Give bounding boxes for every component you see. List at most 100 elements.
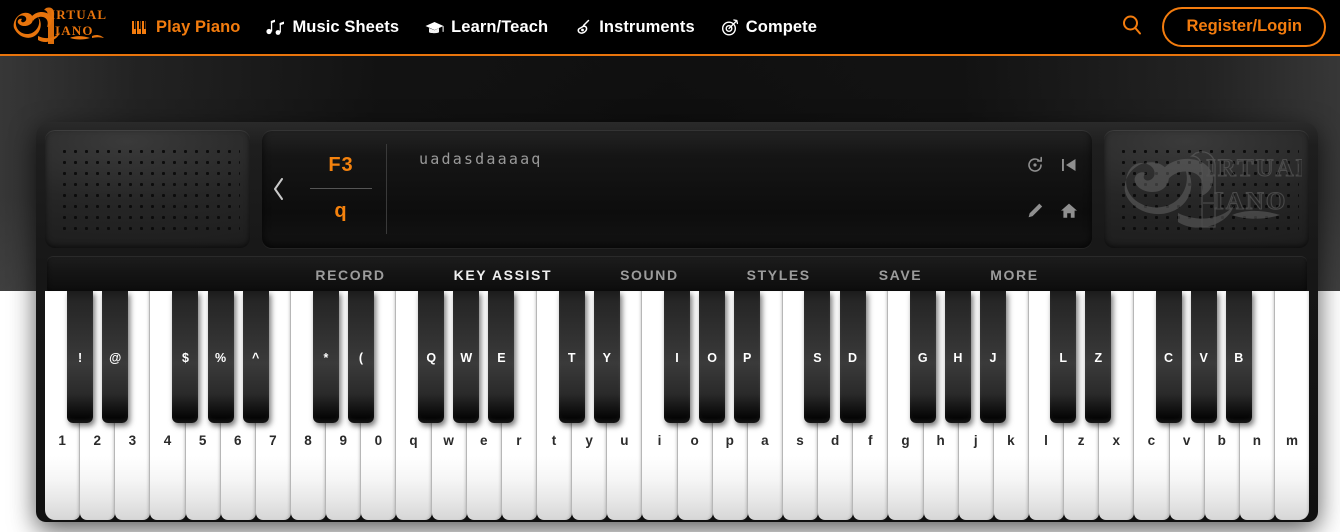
black-key-E[interactable]: E [488, 291, 515, 423]
nav-label-compete: Compete [745, 17, 818, 36]
black-key-label: I [675, 351, 679, 365]
black-key-P[interactable]: P [734, 291, 761, 423]
black-key-label: C [1164, 351, 1174, 365]
watermark-line1: IRTUAL [1206, 155, 1302, 182]
menu-item-styles[interactable]: STYLES [713, 267, 845, 283]
current-note-box: F3 q [296, 130, 386, 248]
black-key-I[interactable]: I [664, 291, 690, 423]
white-key-label: u [620, 433, 629, 448]
menu-item-key-assist[interactable]: KEY ASSIST [420, 267, 586, 283]
black-key-label: W [460, 351, 473, 365]
white-key-label: 3 [128, 433, 137, 448]
black-key-^[interactable]: ^ [242, 291, 269, 423]
virtual-piano-logo[interactable]: IRTUAL IANO [8, 2, 108, 52]
black-key-C[interactable]: C [1155, 291, 1182, 423]
rewind-to-start-icon[interactable] [1060, 156, 1078, 174]
white-key-label: d [831, 433, 840, 448]
black-key-Y[interactable]: Y [593, 291, 620, 423]
white-key-label: q [409, 433, 418, 448]
brand-logo-svg: IRTUAL IANO [13, 7, 107, 45]
nav-item-instruments[interactable]: Instruments [574, 18, 695, 37]
black-key-Q[interactable]: Q [418, 291, 445, 423]
black-key-$[interactable]: $ [172, 291, 199, 423]
white-key-label: t [551, 433, 557, 448]
nav-label-instruments: Instruments [599, 17, 695, 36]
black-key-J[interactable]: J [980, 291, 1006, 423]
graduation-cap-icon [425, 19, 444, 36]
black-key-label: ! [78, 351, 83, 365]
menu-item-more[interactable]: MORE [956, 267, 1072, 283]
white-key-label: e [480, 433, 488, 448]
black-key-H[interactable]: H [944, 291, 971, 423]
black-key-W[interactable]: W [453, 291, 480, 423]
black-key-label: V [1199, 351, 1208, 365]
black-key-label: E [497, 351, 506, 365]
top-navigation-bar: IRTUAL IANO Play Piano Music Sheets Lear… [0, 0, 1340, 56]
black-key-*[interactable]: * [312, 291, 339, 423]
sequence-display-area[interactable]: uadasdaaaaq [387, 130, 1018, 248]
black-key-label: L [1059, 351, 1068, 365]
white-key-label: h [936, 433, 945, 448]
black-key-label: G [917, 351, 928, 365]
black-key-S[interactable]: S [804, 291, 831, 423]
white-key-label: 8 [304, 433, 312, 448]
console-menu-bar: RECORD KEY ASSIST SOUND STYLES SAVE MORE [47, 256, 1307, 294]
black-key-label: Z [1094, 351, 1103, 365]
nav-item-learn-teach[interactable]: Learn/Teach [425, 18, 548, 37]
black-key-([interactable]: ( [348, 291, 374, 423]
nav-label-learn-teach: Learn/Teach [451, 17, 549, 36]
black-key-label: ^ [252, 351, 260, 365]
black-key-label: H [953, 351, 963, 365]
previous-note-arrow[interactable] [262, 130, 296, 248]
svg-text:IRTUAL: IRTUAL [50, 7, 107, 22]
black-key-label: S [813, 351, 822, 365]
menu-item-save[interactable]: SAVE [845, 267, 957, 283]
black-key-V[interactable]: V [1190, 291, 1217, 423]
note-divider [310, 188, 372, 189]
logo-watermark-svg: IRTUAL IANO [1124, 151, 1302, 228]
black-key-B[interactable]: B [1225, 291, 1252, 423]
black-key-T[interactable]: T [558, 291, 585, 423]
nav-label-music-sheets: Music Sheets [292, 17, 400, 36]
white-key-label: 2 [93, 433, 101, 448]
black-key-![interactable]: ! [67, 291, 94, 423]
speaker-grille-right: IRTUAL IANO [1104, 130, 1309, 248]
nav-item-music-sheets[interactable]: Music Sheets [266, 18, 399, 37]
black-key-Z[interactable]: Z [1085, 291, 1112, 423]
black-key-@[interactable]: @ [102, 291, 129, 423]
home-icon[interactable] [1060, 202, 1078, 220]
white-key-label: b [1217, 433, 1226, 448]
menu-item-sound[interactable]: SOUND [586, 267, 713, 283]
display-tool-buttons [1018, 130, 1092, 248]
watermark-line2: IANO [1214, 188, 1287, 215]
white-key-label: l [1044, 433, 1048, 448]
black-key-label: ( [358, 351, 364, 365]
white-key-label: a [761, 433, 769, 448]
note-key: q [334, 200, 348, 222]
black-key-O[interactable]: O [699, 291, 726, 423]
black-key-D[interactable]: D [839, 291, 866, 423]
svg-text:IANO: IANO [55, 23, 94, 38]
black-key-label: * [323, 351, 329, 365]
white-key-label: 5 [198, 433, 207, 448]
nav-item-compete[interactable]: Compete [721, 18, 817, 37]
white-key-label: 9 [339, 433, 347, 448]
search-icon[interactable] [1120, 13, 1144, 42]
black-key-label: B [1234, 351, 1244, 365]
black-key-%[interactable]: % [207, 291, 234, 423]
white-key-label: j [973, 433, 978, 448]
register-login-button[interactable]: Register/Login [1162, 7, 1326, 47]
white-key-label: s [796, 433, 804, 448]
replay-icon[interactable] [1026, 156, 1044, 174]
edit-pencil-icon[interactable] [1026, 202, 1044, 220]
nav-item-play-piano[interactable]: Play Piano [132, 18, 240, 37]
white-key-label: 6 [234, 433, 242, 448]
menu-item-record[interactable]: RECORD [281, 267, 419, 283]
black-key-label: $ [181, 351, 189, 365]
white-key-label: 7 [269, 433, 277, 448]
black-key-L[interactable]: L [1050, 291, 1077, 423]
white-key-m[interactable]: m [1274, 291, 1309, 520]
black-key-label: P [743, 351, 752, 365]
black-key-G[interactable]: G [909, 291, 936, 423]
black-key-label: % [214, 351, 227, 365]
